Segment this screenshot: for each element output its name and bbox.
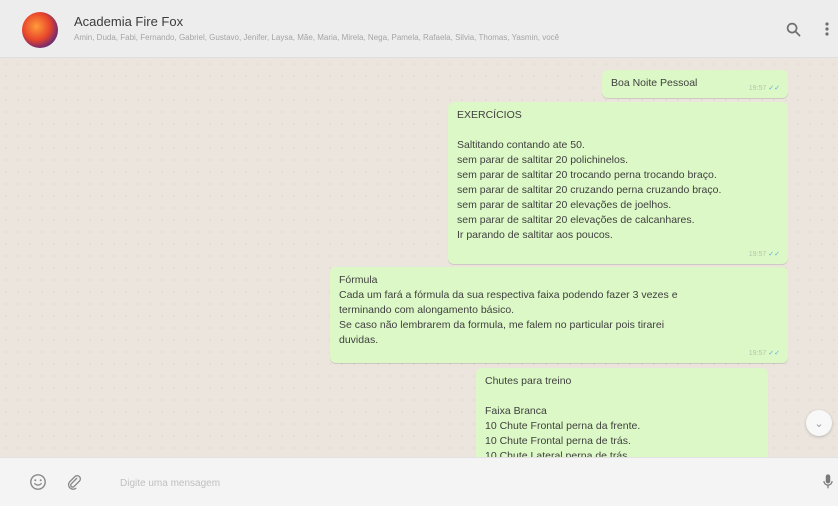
- menu-dots-icon[interactable]: [818, 20, 836, 38]
- message-text: Faixa Branca: [485, 405, 547, 417]
- message-text: 10 Chute Frontal perna da frente.: [485, 420, 641, 432]
- message-text: terminando com alongamento básico.: [339, 304, 515, 316]
- message-text: Ir parando de saltitar aos poucos.: [457, 229, 613, 241]
- chat-header: Academia Fire Fox Amin, Duda, Fabi, Fern…: [0, 0, 838, 58]
- message-text: EXERCÍCIOS: [457, 109, 522, 121]
- chat-window: Academia Fire Fox Amin, Duda, Fabi, Fern…: [0, 0, 838, 506]
- message-text: [485, 389, 759, 404]
- message-meta: 19:57 ✓✓: [749, 247, 780, 262]
- message-text: 10 Chute Lateral perna de trás.: [485, 450, 631, 457]
- message-text: sem parar de saltitar 20 elevações de jo…: [457, 199, 672, 211]
- emoji-icon[interactable]: [28, 472, 48, 492]
- message-text: sem parar de saltitar 20 trocando perna …: [457, 169, 717, 181]
- message-text: 10 Chute Frontal perna de trás.: [485, 435, 631, 447]
- double-check-icon: ✓✓: [768, 350, 780, 357]
- double-check-icon: ✓✓: [768, 251, 780, 258]
- message-list[interactable]: Boa Noite Pessoal 19:57 ✓✓ EXERCÍCIOS Sal…: [0, 58, 838, 457]
- message-text: Cada um fará a fórmula da sua respectiva…: [339, 289, 678, 301]
- message-bubble[interactable]: EXERCÍCIOS Saltitando contando ate 50. s…: [448, 102, 788, 264]
- message-time: 19:57: [748, 350, 767, 357]
- message-text: [457, 123, 779, 138]
- double-check-icon: ✓✓: [768, 85, 780, 92]
- message-text: Chutes para treino: [485, 375, 572, 387]
- message-text: sem parar de saltitar 20 polichinelos.: [457, 154, 629, 166]
- chevron-down-icon: ⌄: [814, 417, 824, 430]
- microphone-icon[interactable]: [818, 472, 838, 492]
- message-meta: 19:57 ✓✓: [749, 81, 780, 96]
- scroll-down-button[interactable]: ⌄: [806, 410, 832, 436]
- message-input[interactable]: [118, 473, 722, 493]
- message-text: Fórmula: [339, 274, 378, 286]
- message-bubble[interactable]: Boa Noite Pessoal 19:57 ✓✓: [602, 70, 788, 98]
- message-text: Saltitando contando ate 50.: [457, 139, 585, 151]
- message-bubble[interactable]: Chutes para treino Faixa Branca 10 Chute…: [476, 368, 768, 457]
- message-time: 19:57: [748, 85, 767, 92]
- paperclip-icon[interactable]: [64, 472, 84, 492]
- search-icon[interactable]: [784, 20, 802, 38]
- message-text: duvidas.: [339, 334, 379, 346]
- group-members: Amin, Duda, Fabi, Fernando, Gabriel, Gus…: [74, 33, 560, 42]
- message-bubble[interactable]: Fórmula Cada um fará a fórmula da sua re…: [330, 267, 788, 363]
- message-text: sem parar de saltitar 20 elevações de ca…: [457, 214, 695, 226]
- composer-bar: [0, 457, 838, 506]
- group-avatar[interactable]: [22, 12, 58, 48]
- message-meta: 19:57 ✓✓: [749, 346, 780, 361]
- group-title[interactable]: Academia Fire Fox: [74, 14, 183, 29]
- message-time: 19:57: [748, 251, 767, 258]
- message-text: sem parar de saltitar 20 cruzando perna …: [457, 184, 722, 196]
- message-text: Se caso não lembrarem da formula, me fal…: [339, 319, 665, 331]
